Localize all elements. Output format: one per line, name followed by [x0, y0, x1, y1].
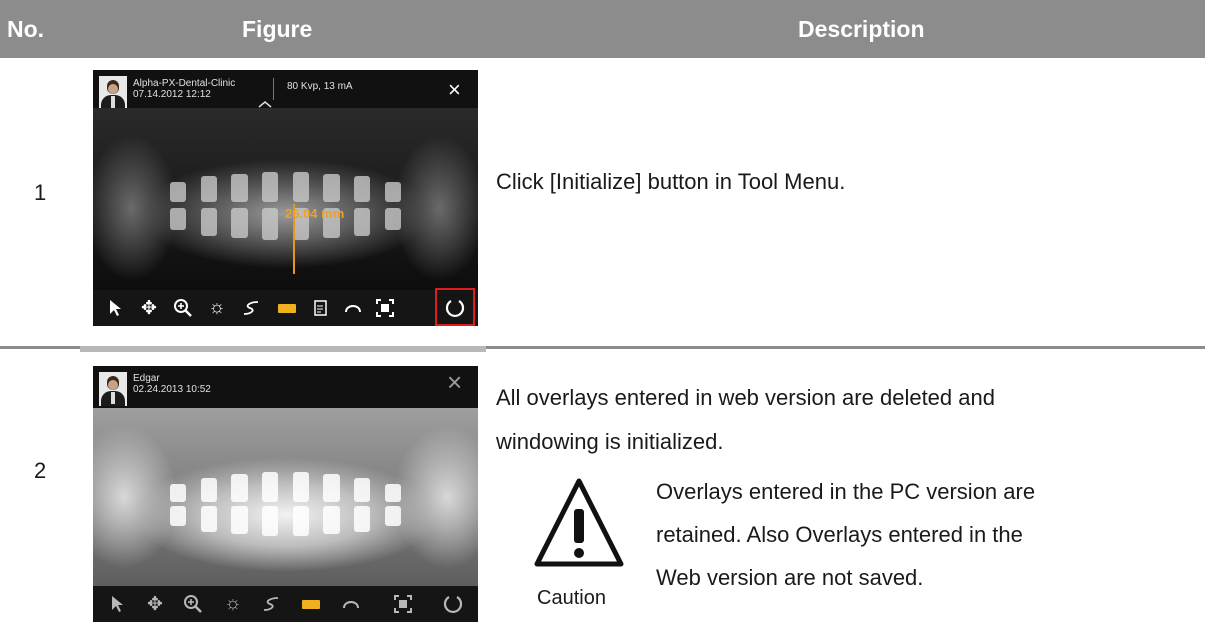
pan-icon[interactable]: ✥	[135, 290, 163, 326]
ruler-icon[interactable]	[273, 290, 301, 326]
header-description: Description	[798, 16, 925, 42]
row-2-description-line-1: All overlays entered in web version are …	[496, 385, 995, 410]
row-1-description: Click [Initialize] button in Tool Menu.	[496, 169, 846, 194]
freehand-icon[interactable]	[237, 290, 265, 326]
viewer-figure-2: Edgar 02.24.2013 10:52 × ✥ ☼	[93, 366, 478, 622]
initialize-icon[interactable]	[435, 586, 471, 622]
avatar	[99, 76, 127, 110]
chevron-up-icon[interactable]	[257, 100, 273, 108]
tool-menu: ✥ ☼	[93, 288, 478, 326]
caution-line-1: Overlays entered in the PC version are	[656, 479, 1036, 504]
close-icon[interactable]: ×	[447, 369, 462, 395]
note-icon[interactable]	[307, 290, 335, 326]
patient-name: Edgar	[133, 373, 160, 384]
exposure-info: 80 Kvp, 13 mA	[287, 81, 353, 92]
header-figure: Figure	[242, 16, 313, 42]
caution-label: Caution	[537, 587, 606, 609]
image-datetime: 07.14.2012 12:12	[133, 89, 211, 100]
image-datetime: 02.24.2013 10:52	[133, 384, 211, 395]
brightness-icon[interactable]: ☼	[203, 290, 231, 326]
clinic-name: Alpha-PX-Dental-Clinic	[133, 78, 236, 89]
row-number-1: 1	[34, 180, 47, 205]
tool-menu: ✥ ☼	[93, 586, 478, 622]
select-icon[interactable]	[103, 586, 131, 622]
freehand-icon[interactable]	[257, 586, 285, 622]
row-2-description-line-2: windowing is initialized.	[496, 429, 724, 454]
close-icon[interactable]: ×	[448, 79, 461, 101]
warning-icon	[534, 478, 624, 567]
undo-icon[interactable]	[337, 586, 365, 622]
pan-icon[interactable]: ✥	[141, 586, 169, 622]
caution-line-2: retained. Also Overlays entered in the	[656, 522, 1023, 547]
ruler-icon[interactable]	[297, 586, 325, 622]
undo-icon[interactable]	[339, 290, 367, 326]
avatar	[99, 372, 127, 406]
caution-line-3: Web version are not saved.	[656, 565, 924, 590]
row-number-2: 2	[34, 458, 47, 483]
brightness-icon[interactable]: ☼	[219, 586, 247, 622]
measurement-label: 26.04 mm	[285, 206, 345, 221]
fit-icon[interactable]	[371, 290, 399, 326]
highlight-box	[435, 288, 475, 326]
header-no: No.	[7, 16, 45, 42]
viewer-figure-1: Alpha-PX-Dental-Clinic 07.14.2012 12:12 …	[93, 70, 478, 326]
panoramic-xray	[93, 408, 478, 586]
panoramic-xray: 26.04 mm	[93, 108, 478, 290]
table-header: No. Figure Description	[0, 0, 1205, 58]
zoom-icon[interactable]	[169, 290, 197, 326]
fit-icon[interactable]	[389, 586, 417, 622]
select-icon[interactable]	[101, 290, 129, 326]
zoom-icon[interactable]	[179, 586, 207, 622]
viewer-topbar: Edgar 02.24.2013 10:52 ×	[93, 366, 478, 408]
row-divider-shadow	[80, 346, 486, 352]
viewer-topbar: Alpha-PX-Dental-Clinic 07.14.2012 12:12 …	[93, 70, 478, 110]
